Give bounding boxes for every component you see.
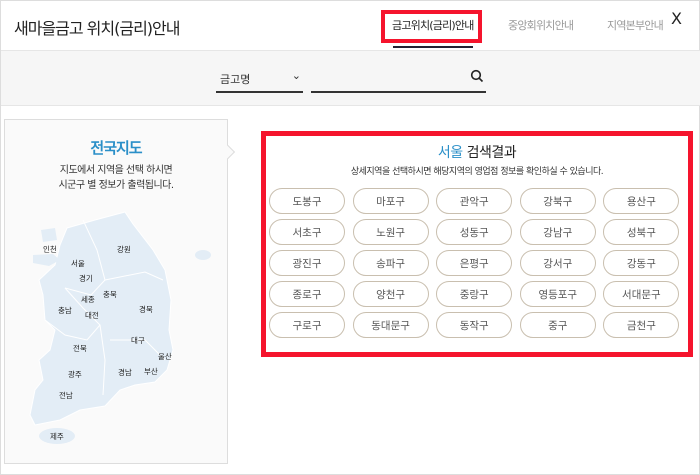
district-button[interactable]: 양천구 [352, 281, 429, 307]
page-title: 새마을금고 위치(금리)안내 [14, 19, 180, 38]
tab-central-office[interactable]: 중앙회위치안내 [508, 17, 574, 33]
results-title: 서울 검색결과 [266, 142, 688, 162]
district-button[interactable]: 강동구 [603, 250, 680, 276]
map-desc-line1: 지도에서 지역을 선택 하시면 [59, 165, 173, 176]
district-button[interactable]: 금천구 [603, 312, 680, 338]
region-label[interactable]: 전남 [59, 390, 73, 400]
select-value: 금고명 [220, 73, 251, 86]
search-icon[interactable] [470, 69, 484, 83]
district-button[interactable]: 강남구 [519, 219, 596, 245]
national-map-panel: 전국지도 지도에서 지역을 선택 하시면시군구 별 정보가 출력됩니다. 인천 … [4, 119, 228, 464]
region-label[interactable]: 대전 [85, 310, 99, 320]
district-button[interactable]: 관악구 [436, 188, 513, 214]
search-input[interactable] [311, 63, 486, 93]
district-button[interactable]: 마포구 [352, 188, 429, 214]
district-grid: 도봉구 마포구 관악구 강북구 용산구 서초구 노원구 성동구 강남구 성북구 광진구 송파구 은평구 강… [269, 188, 680, 338]
region-label[interactable]: 광주 [68, 369, 82, 379]
district-button[interactable]: 성북구 [603, 219, 680, 245]
district-button[interactable]: 영등포구 [519, 281, 596, 307]
district-button[interactable]: 동대문구 [352, 312, 429, 338]
highlight-box [381, 10, 482, 43]
region-label[interactable]: 울산 [158, 351, 172, 361]
search-type-select[interactable]: 금고명 ⌄ [216, 63, 303, 93]
region-label[interactable]: 경남 [118, 367, 132, 377]
active-tab-underline [393, 46, 473, 48]
region-label[interactable]: 인천 [43, 244, 57, 254]
district-button[interactable]: 중랑구 [436, 281, 513, 307]
district-button[interactable]: 구로구 [269, 312, 345, 338]
district-button[interactable]: 도봉구 [269, 188, 345, 214]
map-title: 전국지도 [90, 139, 142, 157]
region-label[interactable]: 대구 [131, 336, 145, 345]
region-label[interactable]: 경북 [139, 304, 153, 314]
district-button[interactable]: 강서구 [519, 250, 596, 276]
region-label[interactable]: 세종 [81, 295, 95, 304]
results-panel: 서울 검색결과 상세지역을 선택하시면 해당지역의 영업점 정보를 확인하실 수… [261, 131, 693, 357]
incheon-shape [41, 228, 57, 242]
region-label[interactable]: 충북 [103, 290, 117, 299]
results-title-suffix: 검색결과 [466, 145, 517, 161]
map-description: 지도에서 지역을 선택 하시면시군구 별 정보가 출력됩니다. [5, 163, 227, 193]
selected-city: 서울 [437, 145, 463, 161]
korea-map[interactable]: 인천 서울 경기 강원 세종 충북 충남 대전 경북 대구 전북 울산 광주 경… [5, 210, 229, 460]
region-label[interactable]: 부산 [144, 366, 158, 376]
region-label[interactable]: 서울 [71, 259, 85, 268]
district-button[interactable]: 서대문구 [603, 281, 680, 307]
district-button[interactable]: 광진구 [269, 250, 345, 276]
close-icon[interactable]: X [671, 9, 682, 28]
district-button[interactable]: 중구 [519, 312, 596, 338]
district-button[interactable]: 용산구 [603, 188, 680, 214]
mainland-shape[interactable] [29, 211, 174, 426]
district-button[interactable]: 동작구 [436, 312, 513, 338]
results-description: 상세지역을 선택하시면 해당지역의 영업점 정보를 확인하실 수 있습니다. [350, 167, 604, 177]
district-button[interactable]: 강북구 [519, 188, 596, 214]
district-button[interactable]: 은평구 [436, 250, 513, 276]
tab-regional-office[interactable]: 지역본부안내 [607, 17, 664, 33]
district-button[interactable]: 서초구 [269, 219, 345, 245]
ulleungdo-shape [195, 250, 211, 260]
district-button[interactable]: 노원구 [352, 219, 429, 245]
map-desc-line2: 시군구 별 정보가 출력됩니다. [58, 180, 174, 191]
district-button[interactable]: 성동구 [436, 219, 513, 245]
region-label[interactable]: 전북 [73, 343, 87, 353]
chevron-down-icon: ⌄ [291, 69, 301, 82]
district-button[interactable]: 종로구 [269, 281, 345, 307]
region-label[interactable]: 충남 [58, 306, 72, 315]
region-label[interactable]: 강원 [117, 244, 131, 254]
region-label[interactable]: 경기 [79, 273, 93, 283]
district-button[interactable]: 송파구 [352, 250, 429, 276]
region-label[interactable]: 제주 [50, 432, 64, 441]
